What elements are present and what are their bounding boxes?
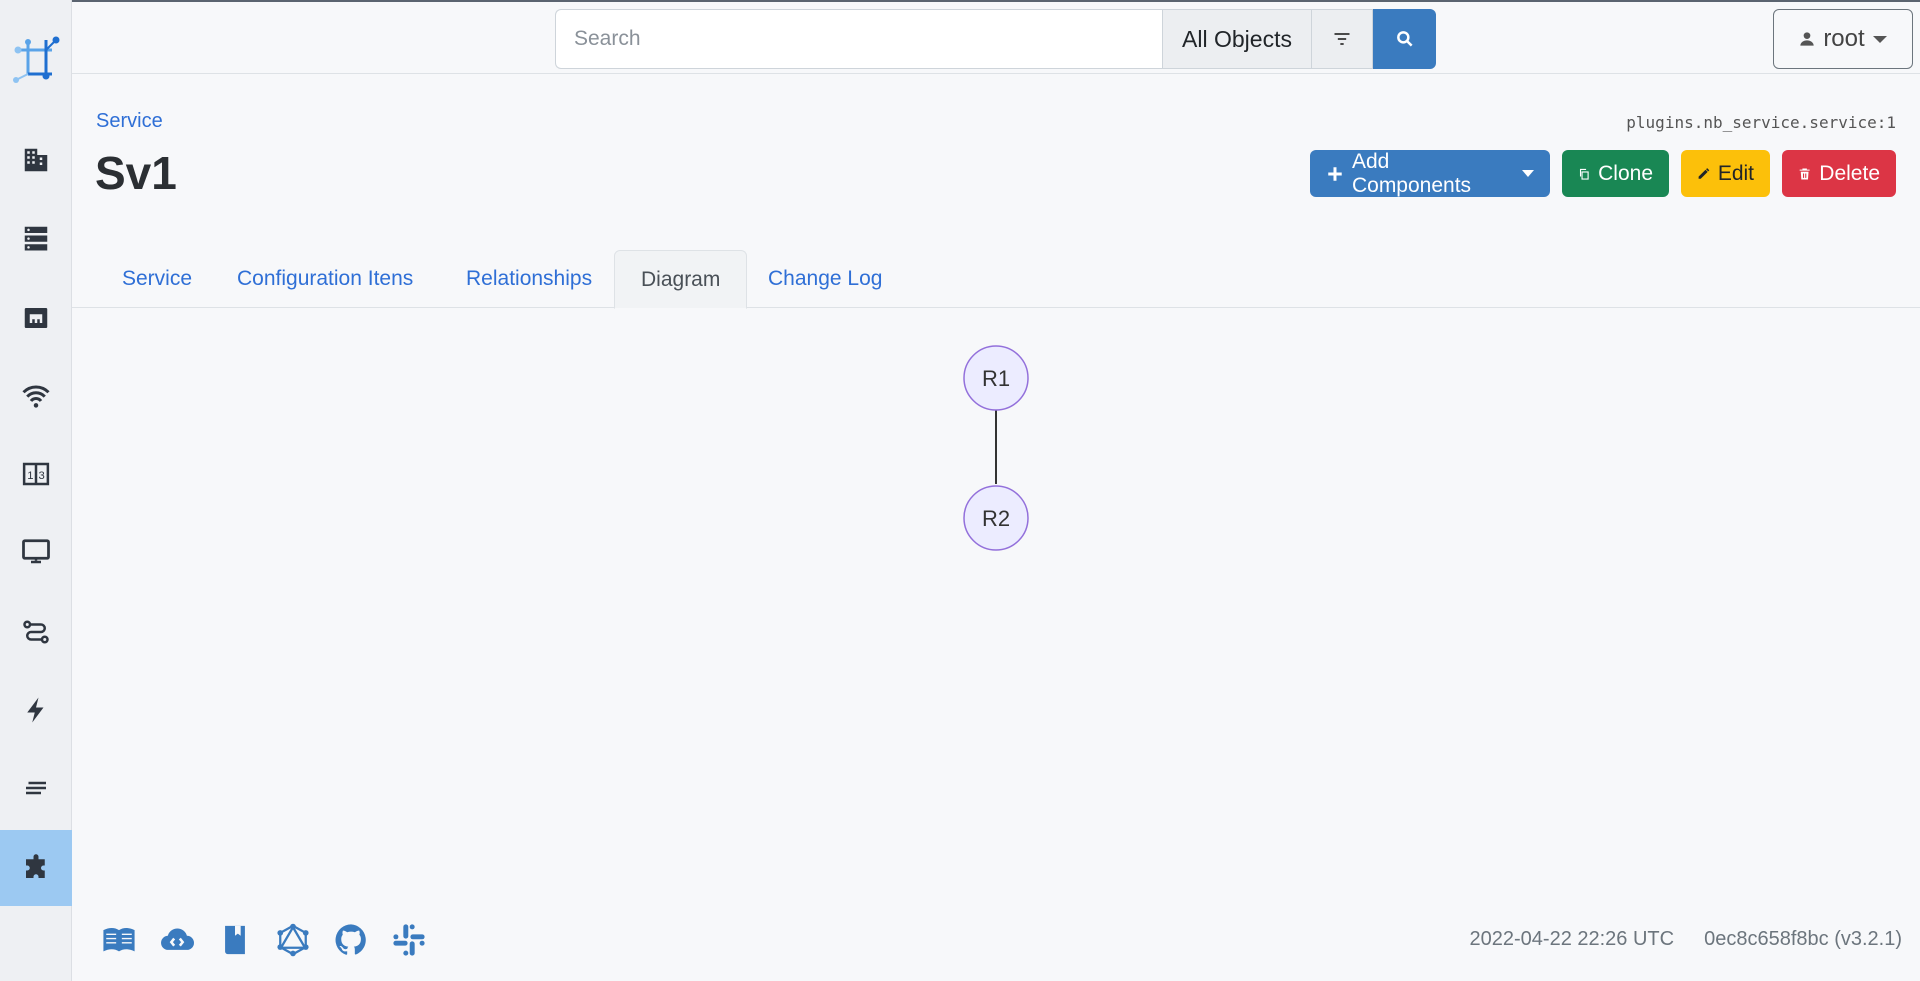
pencil-icon — [1698, 167, 1710, 179]
virtualization-icon — [22, 539, 50, 564]
diagram-node-label: R2 — [982, 506, 1010, 531]
clone-button[interactable]: Clone — [1562, 150, 1669, 197]
diagram-node-r1[interactable]: R1 — [963, 345, 1029, 411]
sidebar-item-other[interactable] — [0, 750, 72, 826]
user-menu-button[interactable]: root — [1773, 9, 1913, 69]
username: root — [1823, 25, 1865, 52]
sidebar-item-plugins[interactable] — [0, 830, 72, 906]
sidebar-item-connections[interactable] — [0, 594, 72, 670]
search-button[interactable] — [1373, 9, 1436, 69]
tab-change-log[interactable]: Change Log — [742, 250, 908, 308]
footer-links — [102, 923, 426, 957]
filter-icon — [1334, 33, 1350, 45]
object-identifier: plugins.nb_service.service:1 — [1626, 113, 1896, 132]
footer-info: 2022-04-22 22:26 UTC 0ec8c658f8bc (v3.2.… — [1470, 928, 1902, 951]
sidebar-item-virtualization[interactable] — [0, 514, 72, 590]
add-components-button[interactable]: Add Components — [1310, 150, 1550, 197]
connections-icon — [23, 620, 49, 644]
breadcrumb[interactable]: Service — [96, 110, 163, 133]
user-icon — [1800, 32, 1814, 46]
object-tabs: Service Configuration Itens Relationship… — [72, 250, 1920, 309]
chevron-down-icon — [1872, 35, 1887, 43]
netbox-logo-icon[interactable] — [8, 30, 64, 86]
cloud-api-icon[interactable] — [160, 923, 194, 957]
search-input[interactable] — [555, 9, 1162, 69]
tab-configuration-itens[interactable]: Configuration Itens — [211, 250, 439, 308]
delete-label: Delete — [1819, 161, 1880, 185]
organization-icon — [24, 148, 48, 172]
diagram-node-r2[interactable]: R2 — [963, 485, 1029, 551]
copy-icon — [1579, 168, 1589, 180]
svg-text:3: 3 — [39, 470, 45, 482]
edit-button[interactable]: Edit — [1681, 150, 1770, 197]
wireless-icon — [22, 385, 50, 408]
docs-book-icon[interactable] — [102, 923, 136, 957]
github-icon[interactable] — [334, 923, 368, 957]
sidebar-item-organization[interactable] — [0, 122, 72, 198]
circuits-icon: 13 — [22, 462, 50, 486]
tab-service[interactable]: Service — [96, 250, 218, 308]
power-icon — [27, 697, 44, 723]
svg-text:1: 1 — [27, 470, 33, 482]
plus-icon — [1328, 166, 1342, 181]
devices-icon — [24, 226, 48, 251]
diagram-node-label: R1 — [982, 366, 1010, 391]
trash-icon — [1799, 167, 1810, 180]
sidebar: 13 — [0, 0, 72, 981]
service-diagram: R1 R2 — [963, 345, 1029, 551]
object-scope-select[interactable]: All Objects — [1162, 9, 1312, 69]
slack-icon[interactable] — [392, 923, 426, 957]
edit-label: Edit — [1717, 161, 1754, 185]
sidebar-item-circuits[interactable]: 13 — [0, 436, 72, 512]
object-scope-label: All Objects — [1182, 25, 1292, 52]
filter-button[interactable] — [1312, 9, 1373, 69]
other-icon — [26, 781, 46, 795]
add-components-label: Add Components — [1351, 149, 1472, 197]
tab-relationships[interactable]: Relationships — [440, 250, 618, 308]
bookmark-book-icon[interactable] — [218, 923, 252, 957]
global-search: All Objects — [555, 9, 1436, 69]
sidebar-item-ipam[interactable] — [0, 280, 72, 356]
graphql-icon[interactable] — [276, 923, 310, 957]
tab-diagram[interactable]: Diagram — [614, 250, 748, 309]
page-title: Sv1 — [95, 147, 177, 199]
search-icon — [1396, 31, 1413, 47]
sidebar-item-power[interactable] — [0, 672, 72, 748]
delete-button[interactable]: Delete — [1782, 150, 1896, 197]
footer-version: 0ec8c658f8bc (v3.2.1) — [1704, 928, 1902, 950]
sidebar-item-devices[interactable] — [0, 200, 72, 276]
footer-timestamp: 2022-04-22 22:26 UTC — [1469, 928, 1675, 950]
ipam-icon — [24, 308, 48, 328]
chevron-down-icon — [1522, 170, 1534, 177]
top-navbar: All Objects root — [72, 0, 1920, 74]
clone-label: Clone — [1598, 161, 1653, 185]
object-actions: Add Components Clone Edit Delete — [1310, 150, 1896, 197]
plugins-icon — [26, 854, 45, 878]
sidebar-item-wireless[interactable] — [0, 358, 72, 434]
